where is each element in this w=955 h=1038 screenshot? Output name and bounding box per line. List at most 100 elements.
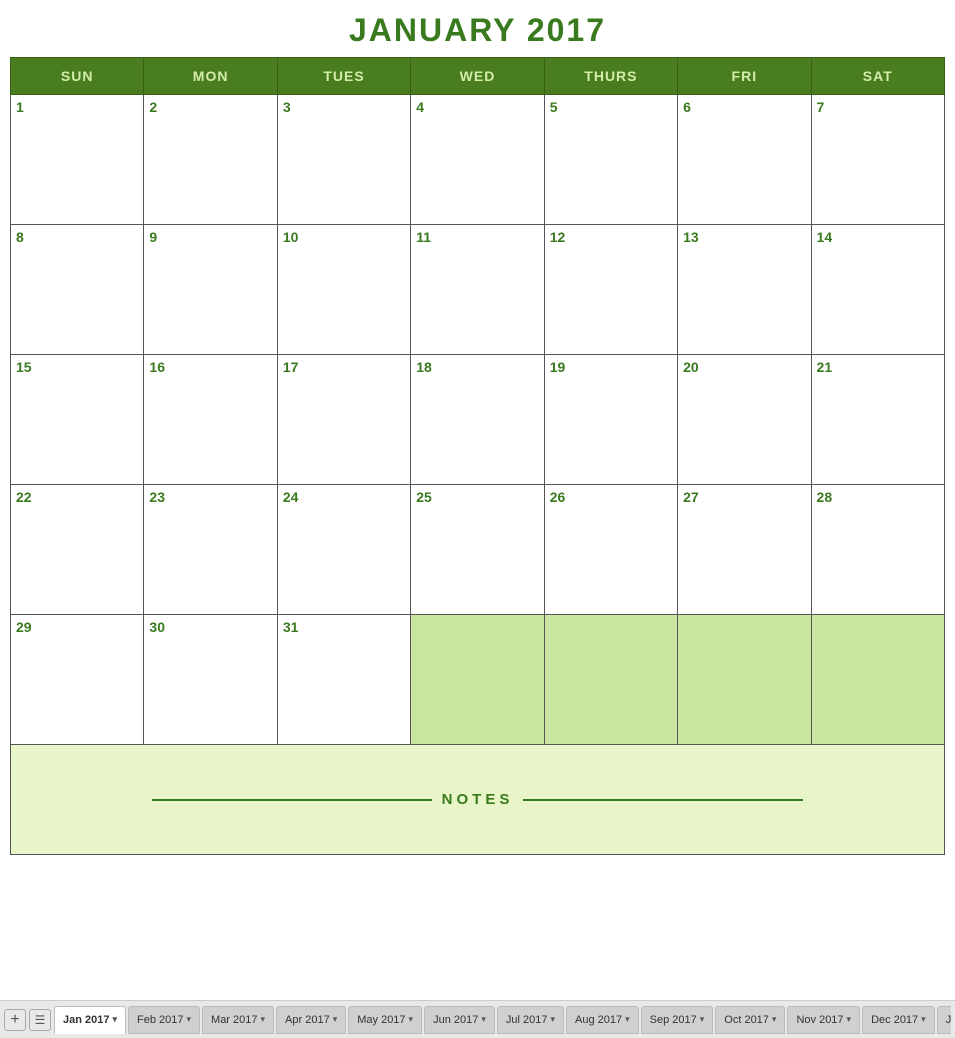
day-cell-8[interactable]: 8 (11, 225, 144, 355)
day-cell-18[interactable]: 18 (411, 355, 544, 485)
tabs-container: Jan 2017 ▾Feb 2017 ▾Mar 2017 ▾Apr 2017 ▾… (54, 1006, 951, 1034)
day-cell-29[interactable]: 29 (11, 615, 144, 745)
day-cell-2[interactable]: 2 (144, 95, 277, 225)
sheet-tab-feb-2017[interactable]: Feb 2017 ▾ (128, 1006, 200, 1034)
day-cell-19[interactable]: 19 (544, 355, 677, 485)
day-number: 9 (149, 229, 157, 245)
day-cell-27[interactable]: 27 (678, 485, 811, 615)
notes-line-right (523, 799, 803, 801)
day-cell-9[interactable]: 9 (144, 225, 277, 355)
tab-dropdown-arrow: ▾ (481, 1014, 486, 1025)
day-number: 23 (149, 489, 165, 505)
sheet-tab-nov-2017[interactable]: Nov 2017 ▾ (787, 1006, 860, 1034)
tab-dropdown-arrow: ▾ (847, 1014, 852, 1025)
day-cell-23[interactable]: 23 (144, 485, 277, 615)
day-number: 1 (16, 99, 24, 115)
day-cell-21[interactable]: 21 (811, 355, 944, 485)
header-thurs: THURS (544, 58, 677, 95)
day-number: 24 (283, 489, 299, 505)
day-number: 11 (416, 229, 431, 245)
day-number: 4 (416, 99, 424, 115)
day-cell-20[interactable]: 20 (678, 355, 811, 485)
day-cell-25[interactable]: 25 (411, 485, 544, 615)
tab-dropdown-arrow: ▾ (112, 1014, 117, 1025)
calendar-wrapper: SUNMONTUESWEDTHURSFRISAT 123456789101112… (0, 57, 955, 745)
calendar-header-row: SUNMONTUESWEDTHURSFRISAT (11, 58, 945, 95)
day-number: 3 (283, 99, 291, 115)
calendar-body: 1234567891011121314151617181920212223242… (11, 95, 945, 745)
sheet-tab-jan-2017[interactable]: Jan 2017 ▾ (54, 1006, 126, 1034)
day-cell-17[interactable]: 17 (277, 355, 410, 485)
notes-section: NOTES (10, 745, 945, 855)
tab-dropdown-arrow: ▾ (333, 1014, 338, 1025)
day-number: 27 (683, 489, 699, 505)
day-cell-13[interactable]: 13 (678, 225, 811, 355)
day-cell-7[interactable]: 7 (811, 95, 944, 225)
day-cell-6[interactable]: 6 (678, 95, 811, 225)
day-number: 5 (550, 99, 558, 115)
day-cell-11[interactable]: 11 (411, 225, 544, 355)
sheet-tab-jan-2018[interactable]: Jan 2018 ▾ (937, 1006, 951, 1034)
day-cell-empty[interactable] (678, 615, 811, 745)
day-number: 7 (817, 99, 825, 115)
day-cell-15[interactable]: 15 (11, 355, 144, 485)
day-cell-16[interactable]: 16 (144, 355, 277, 485)
sheet-tab-aug-2017[interactable]: Aug 2017 ▾ (566, 1006, 639, 1034)
sheet-tab-jul-2017[interactable]: Jul 2017 ▾ (497, 1006, 564, 1034)
day-cell-30[interactable]: 30 (144, 615, 277, 745)
day-cell-1[interactable]: 1 (11, 95, 144, 225)
calendar-title: JANUARY 2017 (0, 0, 955, 57)
notes-label-text: NOTES (442, 791, 514, 808)
header-tues: TUES (277, 58, 410, 95)
day-cell-empty[interactable] (544, 615, 677, 745)
day-number: 10 (283, 229, 299, 245)
day-cell-10[interactable]: 10 (277, 225, 410, 355)
add-sheet-button[interactable]: + (4, 1009, 26, 1031)
day-cell-28[interactable]: 28 (811, 485, 944, 615)
day-number: 12 (550, 229, 566, 245)
day-number: 22 (16, 489, 32, 505)
day-cell-22[interactable]: 22 (11, 485, 144, 615)
day-cell-31[interactable]: 31 (277, 615, 410, 745)
day-number: 17 (283, 359, 299, 375)
day-number: 19 (550, 359, 566, 375)
day-cell-3[interactable]: 3 (277, 95, 410, 225)
day-cell-12[interactable]: 12 (544, 225, 677, 355)
day-cell-24[interactable]: 24 (277, 485, 410, 615)
day-cell-26[interactable]: 26 (544, 485, 677, 615)
day-number: 20 (683, 359, 699, 375)
day-number: 28 (817, 489, 833, 505)
sheet-tab-mar-2017[interactable]: Mar 2017 ▾ (202, 1006, 274, 1034)
day-number: 26 (550, 489, 566, 505)
week-row-2: 8 9 10 11 12 13 14 (11, 225, 945, 355)
day-number: 31 (283, 619, 299, 635)
day-number: 18 (416, 359, 432, 375)
day-number: 8 (16, 229, 24, 245)
sheet-tab-oct-2017[interactable]: Oct 2017 ▾ (715, 1006, 785, 1034)
tab-dropdown-arrow: ▾ (187, 1014, 192, 1025)
sheet-tab-sep-2017[interactable]: Sep 2017 ▾ (641, 1006, 714, 1034)
sheet-menu-button[interactable]: ☰ (29, 1009, 51, 1031)
sheet-tab-may-2017[interactable]: May 2017 ▾ (348, 1006, 422, 1034)
sheet-tab-apr-2017[interactable]: Apr 2017 ▾ (276, 1006, 346, 1034)
day-number: 30 (149, 619, 165, 635)
calendar-table: SUNMONTUESWEDTHURSFRISAT 123456789101112… (10, 57, 945, 745)
day-cell-empty[interactable] (811, 615, 944, 745)
day-number: 21 (817, 359, 833, 375)
tab-dropdown-arrow: ▾ (921, 1014, 926, 1025)
sheet-tab-dec-2017[interactable]: Dec 2017 ▾ (862, 1006, 935, 1034)
sheet-tab-jun-2017[interactable]: Jun 2017 ▾ (424, 1006, 495, 1034)
day-number: 6 (683, 99, 691, 115)
tab-bar: + ☰ Jan 2017 ▾Feb 2017 ▾Mar 2017 ▾Apr 20… (0, 1000, 955, 1038)
day-cell-empty[interactable] (411, 615, 544, 745)
week-row-1: 1234567 (11, 95, 945, 225)
day-number: 13 (683, 229, 699, 245)
day-number: 29 (16, 619, 32, 635)
day-cell-5[interactable]: 5 (544, 95, 677, 225)
week-row-5: 29 30 31 (11, 615, 945, 745)
header-sat: SAT (811, 58, 944, 95)
day-cell-14[interactable]: 14 (811, 225, 944, 355)
day-cell-4[interactable]: 4 (411, 95, 544, 225)
day-number: 25 (416, 489, 432, 505)
header-sun: SUN (11, 58, 144, 95)
